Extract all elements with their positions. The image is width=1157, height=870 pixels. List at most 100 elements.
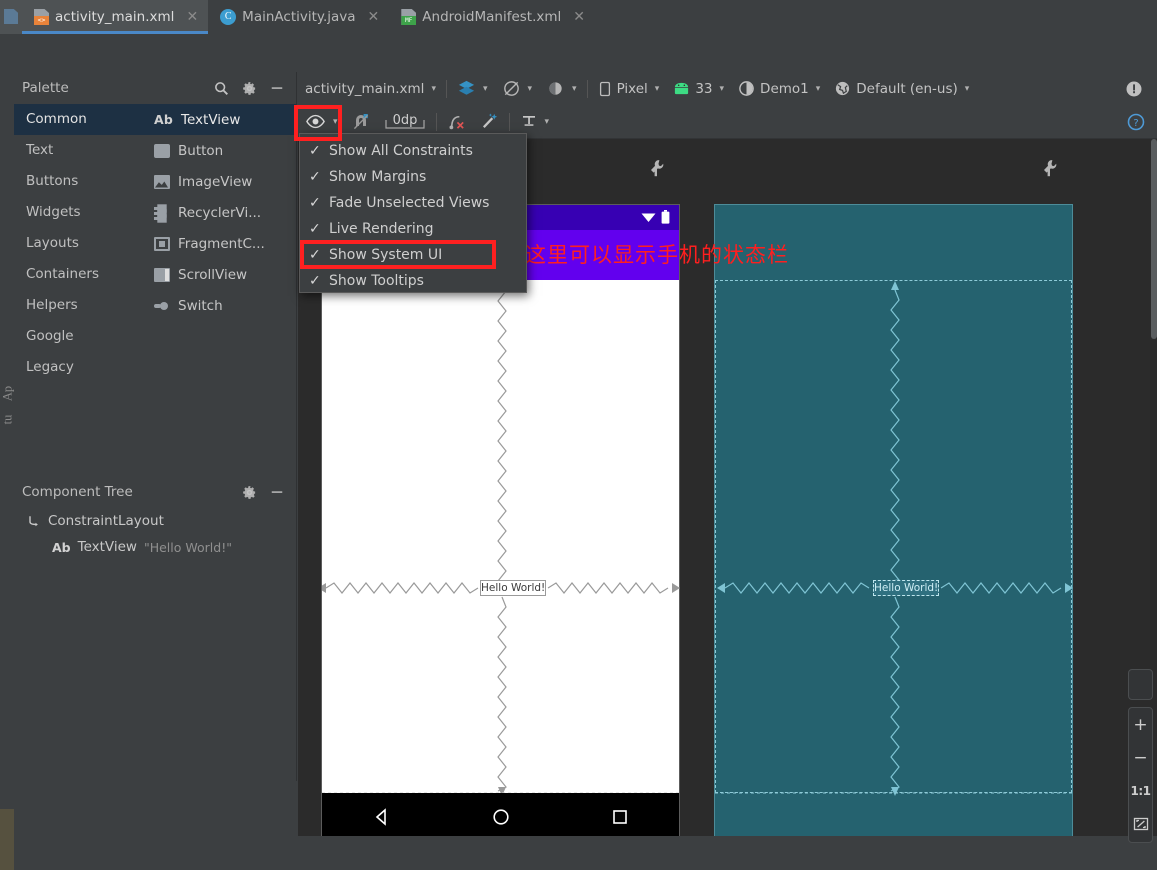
chevron-down-icon: ▾ (333, 116, 338, 127)
palette-item-fragmentc-[interactable]: FragmentC... (144, 228, 296, 259)
palette-category-list: Common Text Buttons Widgets Layouts Container… (14, 104, 144, 470)
device-render-canvas[interactable]: Hello World! (321, 204, 681, 836)
actual-size-button[interactable]: 1:1 (1128, 774, 1153, 807)
manifest-file-icon (401, 9, 417, 25)
menu-item-show-system-ui[interactable]: ✓ Show System UI (300, 242, 526, 268)
view-options-button[interactable]: ▾ (298, 109, 345, 135)
palette-category-common[interactable]: Common (14, 104, 144, 135)
zoom-out-button[interactable]: − (1128, 741, 1153, 774)
zoom-in-button[interactable]: + (1128, 708, 1153, 741)
render-options-wrench-icon[interactable] (649, 159, 665, 177)
palette-item-scrollview[interactable]: ScrollView (144, 259, 296, 290)
default-margin-dropdown[interactable]: 0dp (377, 109, 433, 135)
palette-item-textview[interactable]: Ab TextView (144, 104, 296, 135)
blueprint-render-canvas[interactable]: Hello World! (714, 204, 1074, 836)
palette-item-button[interactable]: Button (144, 135, 296, 166)
tree-row-textview[interactable]: Ab TextView "Hello World!" (14, 534, 296, 560)
menu-item-show-margins[interactable]: ✓ Show Margins (300, 164, 526, 190)
theme-dropdown[interactable]: Demo1 ▾ (731, 76, 827, 102)
nav-recents-square-icon[interactable] (610, 807, 630, 827)
chevron-down-icon: ▾ (544, 116, 550, 127)
close-icon[interactable]: ✕ (186, 9, 198, 25)
nav-back-triangle-icon[interactable] (372, 807, 392, 827)
scrollview-icon (154, 267, 170, 282)
search-icon[interactable] (214, 81, 229, 96)
recyclerview-icon (154, 206, 170, 220)
theme-button[interactable]: ▾ (539, 76, 584, 102)
close-icon[interactable]: ✕ (368, 9, 380, 25)
minimize-icon[interactable] (270, 81, 284, 95)
palette-category-google[interactable]: Google (14, 321, 144, 352)
palette-item-recyclervi-[interactable]: RecyclerVi... (144, 197, 296, 228)
status-bar-icons (641, 210, 670, 224)
textview-widget-design[interactable]: Hello World! (480, 580, 546, 596)
tab-androidmanifest-xml[interactable]: AndroidManifest.xml ✕ (389, 0, 595, 34)
palette-category-text[interactable]: Text (14, 135, 144, 166)
menu-item-label: Show All Constraints (329, 143, 473, 159)
view-options-dropdown-menu[interactable]: ✓ Show All Constraints ✓ Show Margins ✓ Fade … (299, 133, 527, 293)
left-tool-rail: Ap tu (0, 34, 15, 870)
chevron-down-icon: ▾ (482, 83, 488, 94)
autoconnect-button[interactable] (345, 109, 377, 135)
palette-category-helpers[interactable]: Helpers (14, 290, 144, 321)
palette-item-imageview[interactable]: ImageView (144, 166, 296, 197)
gear-icon[interactable] (242, 485, 257, 500)
palette-category-layouts[interactable]: Layouts (14, 228, 144, 259)
api-dropdown[interactable]: 33 ▾ (666, 76, 731, 102)
design-mode-button[interactable]: ▾ (450, 76, 495, 102)
infer-constraints-button[interactable] (473, 109, 506, 135)
menu-item-show-all-constraints[interactable]: ✓ Show All Constraints (300, 138, 526, 164)
help-button[interactable]: ? (1127, 113, 1157, 131)
tree-row-hint: "Hello World!" (143, 539, 232, 555)
align-button[interactable]: ▾ (513, 109, 557, 135)
zoom-to-fit-button[interactable] (1128, 807, 1153, 840)
palette-category-buttons[interactable]: Buttons (14, 166, 144, 197)
java-class-icon: C (220, 9, 237, 25)
minimize-icon[interactable] (270, 485, 284, 499)
button-icon (154, 143, 170, 158)
locale-label: Default (en-us) (856, 80, 958, 97)
blueprint-preview[interactable]: Hello World! (714, 159, 1074, 836)
menu-item-show-tooltips[interactable]: ✓ Show Tooltips (300, 268, 526, 294)
chevron-down-icon: ▾ (719, 83, 725, 94)
warning-indicator[interactable] (1125, 80, 1157, 98)
palette-item-label: ScrollView (178, 266, 248, 283)
locale-dropdown[interactable]: Default (en-us) ▾ (827, 76, 976, 102)
xml-file-icon (34, 9, 49, 25)
device-dropdown[interactable]: Pixel ▾ (591, 76, 667, 102)
device-navigation-bar (322, 793, 679, 836)
chevron-down-icon: ▾ (572, 83, 577, 94)
chevron-down-icon: ▾ (431, 83, 436, 94)
render-options-wrench-icon[interactable] (1042, 159, 1058, 177)
tab-activity-main-xml[interactable]: activity_main.xml ✕ (22, 0, 209, 34)
textview-widget-blueprint[interactable]: Hello World! (873, 580, 939, 596)
check-icon: ✓ (309, 169, 321, 185)
close-icon[interactable]: ✕ (573, 9, 585, 25)
battery-icon (661, 210, 670, 224)
svg-text:?: ? (1133, 118, 1138, 129)
gear-icon[interactable] (242, 81, 257, 96)
palette-category-widgets[interactable]: Widgets (14, 197, 144, 228)
tree-row-constraintlayout[interactable]: ConstraintLayout (14, 508, 296, 534)
orientation-button[interactable]: ▾ (495, 76, 540, 102)
vertical-scrollbar[interactable] (1151, 139, 1157, 339)
nav-home-circle-icon[interactable] (491, 807, 511, 827)
tab-label: activity_main.xml (55, 9, 175, 25)
clear-constraints-button[interactable] (440, 109, 473, 135)
tree-row-label: TextView (77, 539, 137, 555)
menu-item-live-rendering[interactable]: ✓ Live Rendering (300, 216, 526, 242)
file-icon-partial (4, 9, 18, 24)
menu-item-fade-unselected-views[interactable]: ✓ Fade Unselected Views (300, 190, 526, 216)
tab-mainactivity-java[interactable]: C MainActivity.java ✕ (208, 0, 389, 34)
palette-item-switch[interactable]: Switch (144, 290, 296, 321)
file-name-dropdown[interactable]: activity_main.xml ▾ (298, 76, 443, 102)
pan-tool-button[interactable] (1128, 669, 1153, 700)
zoom-to-fit-icon (1133, 817, 1148, 830)
palette-item-label: ImageView (178, 173, 253, 190)
palette-category-containers[interactable]: Containers (14, 259, 144, 290)
palette-item-label: Switch (178, 297, 223, 314)
wifi-icon (641, 213, 656, 222)
menu-item-label: Fade Unselected Views (329, 195, 490, 211)
palette-category-legacy[interactable]: Legacy (14, 352, 144, 383)
editor-tab-bar: activity_main.xml ✕ C MainActivity.java … (0, 0, 1157, 34)
